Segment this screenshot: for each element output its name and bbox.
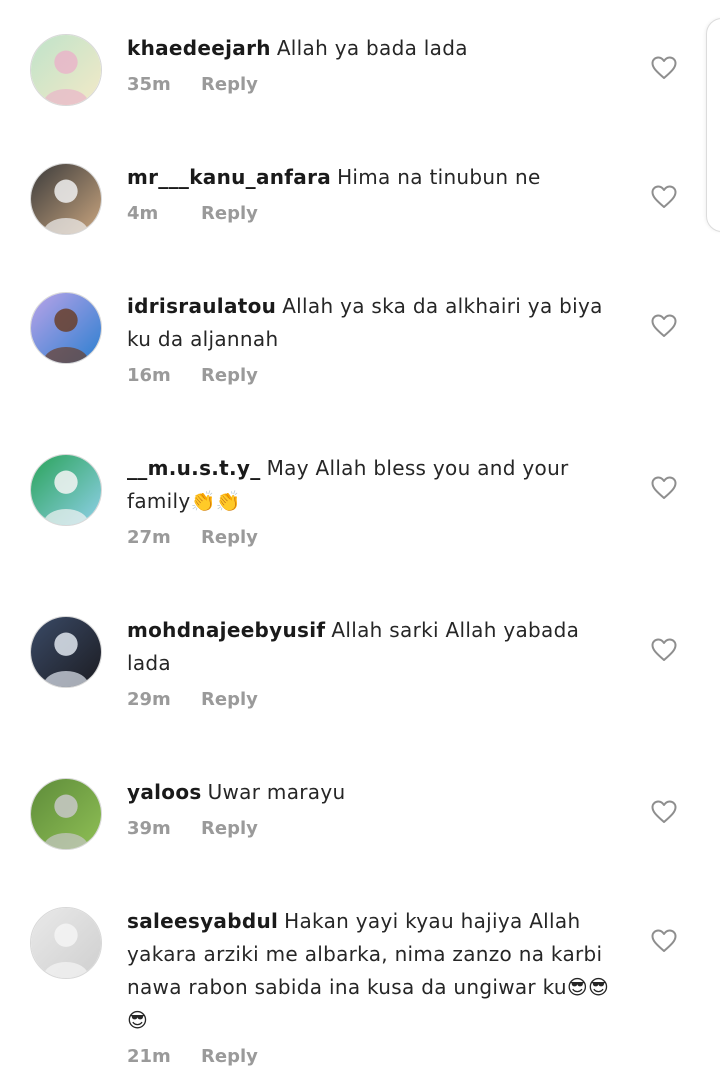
heart-outline-icon[interactable] [651,185,677,209]
comment-body: mr___kanu_anfara Hima na tinubun ne 4m Repl… [127,161,622,224]
reply-button[interactable]: Reply [201,689,258,710]
comment-time: 4m [127,203,159,224]
avatar[interactable] [30,292,102,364]
comment-text-block: yaloos Uwar marayu [127,776,622,809]
comment-meta: 35m Reply [127,74,622,95]
reply-button[interactable]: Reply [201,203,258,224]
comment-text-block: mr___kanu_anfara Hima na tinubun ne [127,161,622,194]
comment-meta: 27m Reply [127,527,622,548]
comment-text-block: idrisraulatou Allah ya ska da alkhairi ya… [127,290,622,356]
heart-outline-icon[interactable] [651,929,677,953]
avatar[interactable] [30,454,102,526]
reply-button[interactable]: Reply [201,818,258,839]
comment-body: __m.u.s.t.y_ May Allah bless you and your… [127,452,622,548]
comment-text: Uwar marayu [207,780,346,804]
comment-time: 35m [127,74,171,95]
reply-button[interactable]: Reply [201,74,258,95]
comment-text-block: khaedeejarh Allah ya bada lada [127,32,622,65]
comment-body: idrisraulatou Allah ya ska da alkhairi ya… [127,290,622,386]
comment-username[interactable]: khaedeejarh [127,36,271,60]
avatar[interactable] [30,163,102,235]
comment-text-block: __m.u.s.t.y_ May Allah bless you and your… [127,452,622,518]
avatar[interactable] [30,778,102,850]
comment-body: mohdnajeebyusif Allah sarki Allah yabada … [127,614,622,710]
comment-username[interactable]: mohdnajeebyusif [127,618,325,642]
heart-outline-icon[interactable] [651,638,677,662]
heart-outline-icon[interactable] [651,56,677,80]
comment-username[interactable]: idrisraulatou [127,294,276,318]
comment-body: yaloos Uwar marayu 39m Reply [127,776,622,839]
avatar[interactable] [30,616,102,688]
comment-time: 27m [127,527,171,548]
avatar[interactable] [30,907,102,979]
comment-body: khaedeejarh Allah ya bada lada 35m Reply [127,32,622,95]
comment-meta: 29m Reply [127,689,622,710]
comment-username[interactable]: __m.u.s.t.y_ [127,456,261,480]
comment-text-block: saleesyabdul Hakan yayi kyau hajiya Allah… [127,905,622,1037]
comment-text: Allah ya bada lada [276,36,468,60]
comment-meta: 16m Reply [127,365,622,386]
side-panel-edge [706,18,720,232]
heart-outline-icon[interactable] [651,314,677,338]
comment-time: 16m [127,365,171,386]
avatar[interactable] [30,34,102,106]
comment-text: Hima na tinubun ne [337,165,541,189]
comment-time: 29m [127,689,171,710]
reply-button[interactable]: Reply [201,527,258,548]
comment-meta: 4m Reply [127,203,622,224]
reply-button[interactable]: Reply [201,365,258,386]
comment-text-block: mohdnajeebyusif Allah sarki Allah yabada … [127,614,622,680]
heart-outline-icon[interactable] [651,800,677,824]
comment-time: 39m [127,818,171,839]
comment-meta: 39m Reply [127,818,622,839]
comment-username[interactable]: saleesyabdul [127,909,278,933]
comment-body: saleesyabdul Hakan yayi kyau hajiya Allah… [127,905,622,1067]
heart-outline-icon[interactable] [651,476,677,500]
comment-time: 21m [127,1046,171,1067]
comment-username[interactable]: yaloos [127,780,202,804]
comment-meta: 21m Reply [127,1046,622,1067]
comment-username[interactable]: mr___kanu_anfara [127,165,331,189]
reply-button[interactable]: Reply [201,1046,258,1067]
